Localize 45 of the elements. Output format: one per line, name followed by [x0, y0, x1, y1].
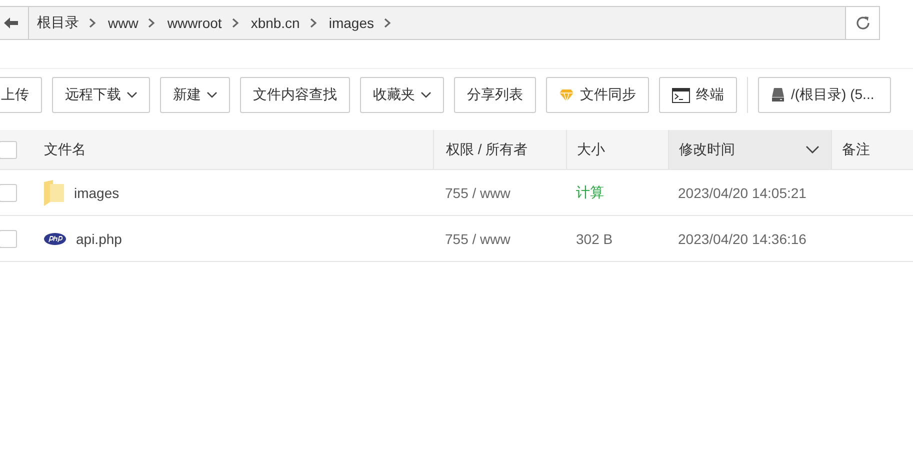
- toolbar-button[interactable]: 文件同步: [546, 77, 649, 113]
- refresh-icon: [854, 15, 870, 31]
- toolbar-button[interactable]: 分享列表: [454, 77, 536, 113]
- toolbar-button[interactable]: 文件内容查找: [240, 77, 350, 113]
- checkbox[interactable]: [0, 184, 17, 202]
- php-icon: [44, 232, 66, 244]
- chevron-right-icon: [384, 18, 391, 28]
- toolbar-button[interactable]: 新建: [160, 77, 230, 113]
- file-name-link[interactable]: api.php: [76, 230, 122, 246]
- column-header[interactable]: 权限 / 所有者: [433, 130, 566, 169]
- modified-time-text: 2023/04/20 14:36:16: [678, 230, 806, 246]
- caret-icon: [207, 92, 217, 98]
- breadcrumb-link[interactable]: images: [328, 15, 384, 31]
- caret-icon: [127, 92, 137, 98]
- column-header[interactable]: 修改时间: [668, 130, 831, 169]
- column-header[interactable]: 文件名: [30, 130, 433, 169]
- toolbar-button[interactable]: 上传: [0, 77, 42, 113]
- file-size-text: 302 B: [576, 230, 613, 246]
- breadcrumb-link[interactable]: wwwroot: [167, 15, 232, 31]
- file-name-link[interactable]: images: [74, 184, 120, 200]
- checkbox[interactable]: [0, 140, 17, 158]
- toolbar-button[interactable]: 远程下载: [52, 77, 150, 113]
- toolbar-button[interactable]: 收藏夹: [360, 77, 444, 113]
- toolbar-button[interactable]: /(根目录) (5...: [758, 77, 891, 113]
- breadcrumb-link[interactable]: 根目录: [37, 14, 89, 32]
- breadcrumb-link[interactable]: xbnb.cn: [250, 15, 310, 31]
- chevron-right-icon: [310, 18, 317, 28]
- gem-icon: [559, 88, 574, 102]
- folder-icon: [44, 180, 64, 206]
- refresh-button[interactable]: [846, 6, 880, 40]
- caret-icon: [421, 92, 431, 98]
- breadcrumb-link[interactable]: www: [108, 15, 148, 31]
- modified-time-text: 2023/04/20 14:05:21: [678, 184, 806, 200]
- chevron-right-icon: [89, 18, 96, 28]
- chevron-right-icon: [148, 18, 156, 28]
- toolbar-button[interactable]: 终端: [659, 77, 737, 113]
- checkbox[interactable]: [0, 230, 17, 248]
- chevron-right-icon: [232, 18, 239, 28]
- permission-text: 755 / www: [445, 184, 510, 200]
- disk-icon: [771, 88, 785, 102]
- column-header[interactable]: 备注: [831, 130, 913, 169]
- permission-text: 755 / www: [445, 230, 510, 246]
- back-arrow-icon: [4, 17, 18, 29]
- terminal-icon: [672, 88, 690, 102]
- sort-chevron-icon: [806, 146, 819, 154]
